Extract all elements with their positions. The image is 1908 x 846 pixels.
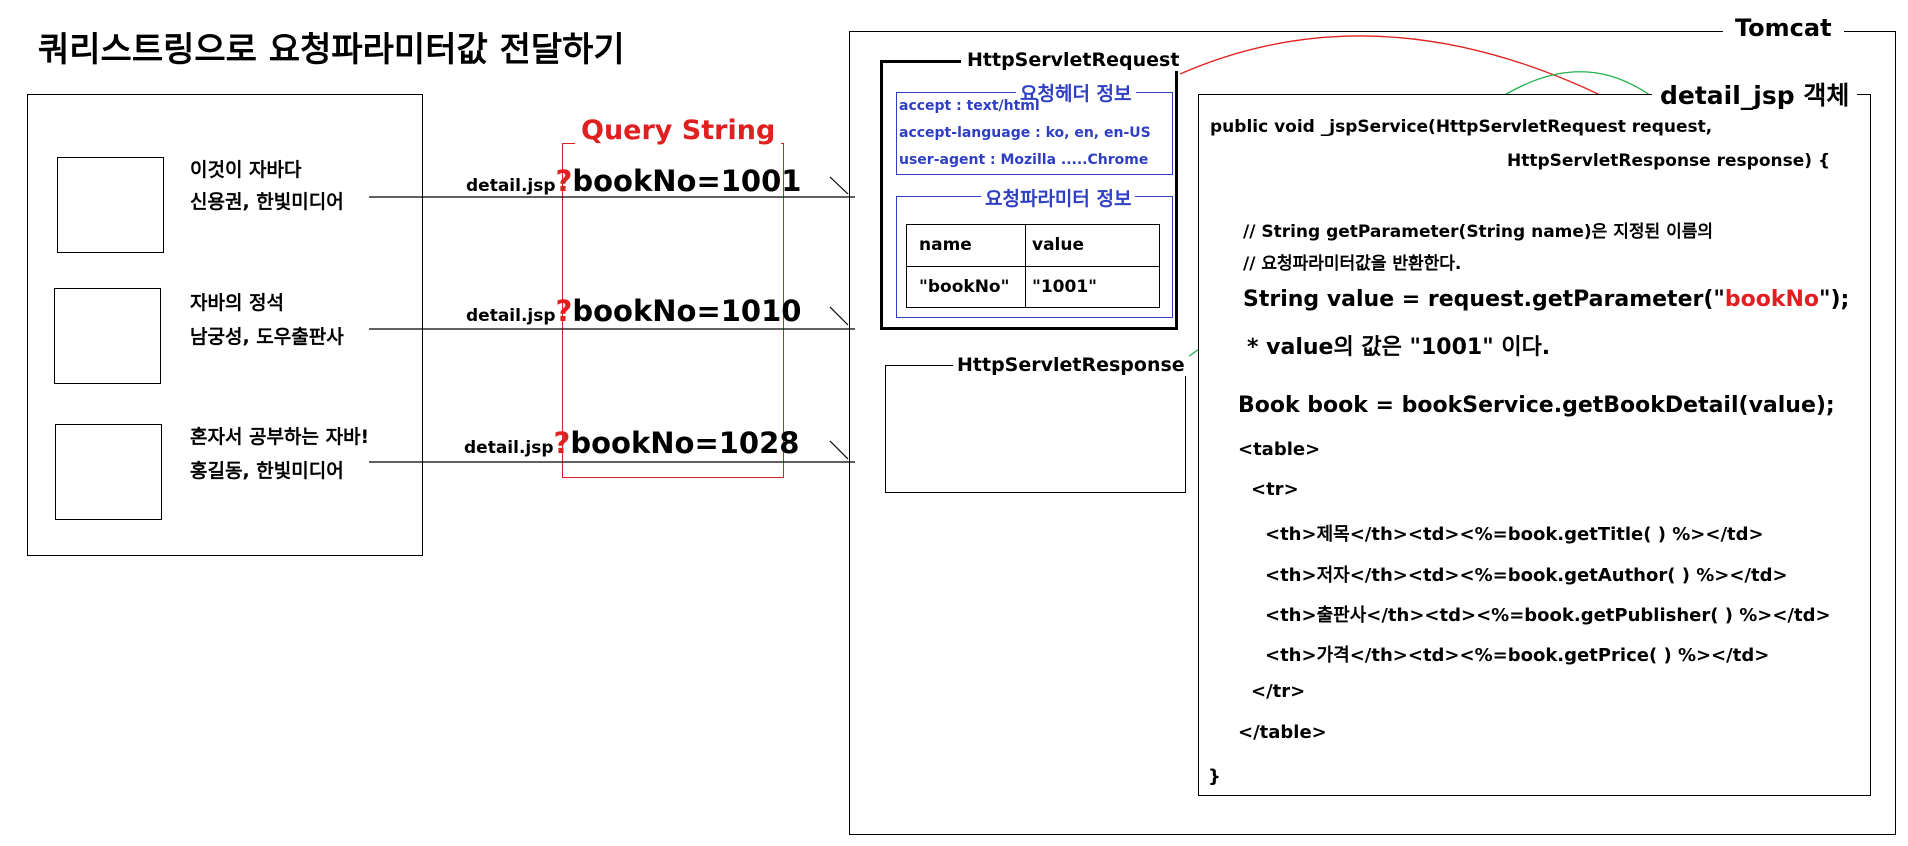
query-link-1[interactable]: detail.jsp?bookNo=1001 bbox=[466, 164, 801, 198]
header-accept: accept : text/html bbox=[899, 98, 1040, 114]
jsp-html-table-open: <table> bbox=[1238, 439, 1321, 460]
jsp-signature-line1: public void _jspService(HttpServletReque… bbox=[1210, 117, 1713, 137]
jsp-comment-line1: // String getParameter(String name)은 지정된… bbox=[1243, 222, 1713, 242]
question-mark: ? bbox=[555, 164, 573, 198]
jsp-value-note: * value의 값은 "1001" 이다. bbox=[1247, 335, 1551, 360]
code-prefix: String value = request.getParameter(" bbox=[1243, 287, 1725, 312]
link-prefix: detail.jsp bbox=[466, 176, 556, 196]
jsp-comment-line2: // 요청파라미터값을 반환한다. bbox=[1243, 254, 1462, 274]
jsp-signature-line2: HttpServletResponse response) { bbox=[1507, 151, 1831, 171]
param-table-header-name: name bbox=[906, 224, 1026, 267]
jsp-html-tr-open: <tr> bbox=[1251, 479, 1299, 500]
jsp-html-table-close: </table> bbox=[1238, 722, 1327, 743]
jsp-close-brace: } bbox=[1208, 766, 1221, 787]
param-table-cell-value: "1001" bbox=[1025, 265, 1160, 308]
query-param: bookNo=1001 bbox=[572, 164, 802, 198]
response-label: HttpServletResponse bbox=[953, 354, 1189, 376]
param-table: name value "bookNo" "1001" bbox=[906, 224, 1160, 308]
jsp-html-tr-close: </tr> bbox=[1251, 681, 1306, 702]
request-label: HttpServletRequest bbox=[961, 49, 1186, 71]
question-mark: ? bbox=[555, 294, 573, 328]
header-accept-language: accept-language : ko, en, en-US bbox=[899, 125, 1151, 141]
response-box bbox=[885, 365, 1186, 493]
jsp-html-row-title: <th>제목</th><td><%=book.getTitle( ) %></t… bbox=[1265, 524, 1764, 545]
jsp-get-parameter-line: String value = request.getParameter("boo… bbox=[1243, 287, 1849, 312]
tomcat-label: Tomcat bbox=[1723, 14, 1844, 42]
question-mark: ? bbox=[553, 426, 571, 460]
link-prefix: detail.jsp bbox=[464, 438, 554, 458]
query-link-2[interactable]: detail.jsp?bookNo=1010 bbox=[466, 294, 801, 328]
link-prefix: detail.jsp bbox=[466, 306, 556, 326]
code-suffix: "); bbox=[1819, 287, 1850, 312]
jsp-book-line: Book book = bookService.getBookDetail(va… bbox=[1238, 393, 1835, 418]
query-link-3[interactable]: detail.jsp?bookNo=1028 bbox=[464, 426, 799, 460]
code-param-name: bookNo bbox=[1724, 287, 1820, 312]
query-param: bookNo=1028 bbox=[570, 426, 800, 460]
jsp-html-row-price: <th>가격</th><td><%=book.getPrice( ) %></t… bbox=[1265, 645, 1770, 666]
jsp-object-label: detail_jsp 객체 bbox=[1652, 76, 1858, 112]
jsp-html-row-author: <th>저자</th><td><%=book.getAuthor( ) %></… bbox=[1265, 565, 1788, 586]
param-table-cell-name: "bookNo" bbox=[906, 265, 1026, 308]
param-info-label: 요청파라미터 정보 bbox=[981, 184, 1136, 211]
param-table-header-value: value bbox=[1025, 224, 1160, 267]
jsp-html-row-publisher: <th>출판사</th><td><%=book.getPublisher( ) … bbox=[1265, 605, 1831, 626]
query-param: bookNo=1010 bbox=[572, 294, 802, 328]
header-user-agent: user-agent : Mozilla .....Chrome bbox=[899, 152, 1149, 168]
